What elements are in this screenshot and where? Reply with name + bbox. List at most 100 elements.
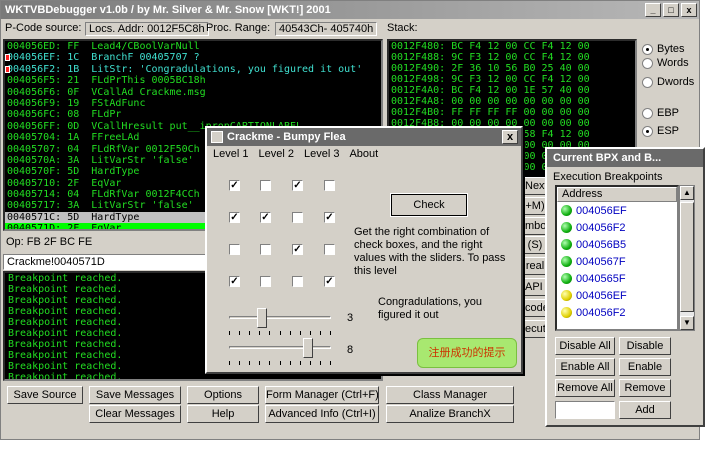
breakpoint-address: 004056EF xyxy=(576,289,627,302)
breakpoint-disabled-icon xyxy=(561,290,572,301)
disable-all-button[interactable]: Disable All xyxy=(555,337,615,355)
code-line[interactable]: 004056ED: FF Lead4/CBoolVarNull xyxy=(5,41,381,52)
level-checkbox[interactable]: ✓ xyxy=(229,276,240,287)
code-line[interactable]: 004056F5: 21 FLdPrThis 0005BC18h xyxy=(5,75,381,86)
stack-label: Stack: xyxy=(387,22,418,34)
level-checkbox[interactable]: ✓ xyxy=(229,212,240,223)
breakpoint-scrollbar[interactable]: ▲ ▼ xyxy=(679,185,695,331)
side-button-symbol[interactable]: mbol xyxy=(524,217,546,235)
code-line[interactable]: 004056FC: 08 FLdPr xyxy=(5,109,381,120)
level-checkbox[interactable]: ✓ xyxy=(292,244,303,255)
level-checkbox[interactable]: ✓ xyxy=(324,212,335,223)
breakpoint-marker-icon xyxy=(5,54,10,62)
code-line[interactable]: 004056EF: 1C BranchF 00405707 ? xyxy=(5,52,381,63)
analize-branch-button[interactable]: Analize BranchX xyxy=(386,405,514,423)
side-button-code[interactable]: code xyxy=(524,299,546,317)
form-manager-button[interactable]: Form Manager (Ctrl+F) xyxy=(265,386,379,404)
side-button-execute[interactable]: ecut xyxy=(524,320,546,338)
add-button[interactable]: Add xyxy=(619,401,671,419)
instructions-line: values with the sliders. To pass xyxy=(354,252,506,264)
breakpoint-address-input[interactable] xyxy=(555,401,615,419)
maximize-button[interactable]: □ xyxy=(663,3,679,17)
close-button[interactable]: x xyxy=(681,3,697,17)
help-button[interactable]: Help xyxy=(187,405,259,423)
radio-bytes[interactable]: Bytes xyxy=(642,43,685,55)
menu-level-3[interactable]: Level 3 xyxy=(304,146,339,163)
class-manager-button[interactable]: Class Manager xyxy=(386,386,514,404)
level-checkbox[interactable]: ✓ xyxy=(292,180,303,191)
minimize-button[interactable]: _ xyxy=(645,3,661,17)
side-button-m[interactable]: +M) xyxy=(524,197,546,215)
breakpoint-row[interactable]: 0040565F xyxy=(557,270,677,287)
result-text: Congradulations, you figured it out xyxy=(378,296,482,322)
level-checkbox[interactable] xyxy=(324,244,335,255)
crackme-close-button[interactable]: x xyxy=(502,130,518,144)
menu-level-1[interactable]: Level 1 xyxy=(213,146,248,163)
side-button-s[interactable]: (S) xyxy=(524,236,546,254)
enable-all-button[interactable]: Enable All xyxy=(555,358,615,376)
scroll-thumb[interactable] xyxy=(680,202,694,312)
clear-messages-button[interactable]: Clear Messages xyxy=(89,405,181,423)
code-line[interactable]: 004056F6: 0F VCallAd Crackme.msg xyxy=(5,87,381,98)
code-line[interactable]: 004056F2: 1B LitStr: 'Congradulations, y… xyxy=(5,64,381,75)
breakpoints-window: Current BPX and B... Execution Breakpoin… xyxy=(545,147,705,427)
side-button-next[interactable]: Next xyxy=(524,177,546,195)
breakpoint-address: 004056EF xyxy=(576,204,627,217)
level-checkbox[interactable] xyxy=(260,180,271,191)
stack-line: 0012F4B0: FF FF FF FF 00 00 00 00 xyxy=(391,107,590,118)
check-button[interactable]: Check xyxy=(390,193,468,217)
address-column-header[interactable]: Address xyxy=(557,187,677,202)
level-checkbox[interactable] xyxy=(292,276,303,287)
slider-2-thumb[interactable] xyxy=(302,338,313,358)
radio-esp-label: ESP xyxy=(657,125,680,137)
breakpoint-enabled-icon xyxy=(561,273,572,284)
enable-button[interactable]: Enable xyxy=(619,358,671,376)
scroll-down-icon[interactable]: ▼ xyxy=(680,316,694,330)
menu-level-2[interactable]: Level 2 xyxy=(258,146,293,163)
scroll-up-icon[interactable]: ▲ xyxy=(680,186,694,200)
slider-1-value: 3 xyxy=(347,312,354,324)
breakpoint-enabled-icon xyxy=(561,222,572,233)
radio-words[interactable]: Words xyxy=(642,57,689,69)
stack-line: 0012F498: 9C F3 12 00 CC F4 12 00 xyxy=(391,74,590,85)
crackme-title: Crackme - Bumpy Flea xyxy=(227,131,346,143)
result-line: figured it out xyxy=(378,309,439,321)
level-checkbox[interactable]: ✓ xyxy=(229,180,240,191)
level-checkbox[interactable] xyxy=(324,180,335,191)
radio-esp[interactable]: ESP xyxy=(642,125,679,137)
result-line: Congradulations, you xyxy=(378,296,482,308)
save-messages-button[interactable]: Save Messages xyxy=(89,386,181,404)
options-button[interactable]: Options xyxy=(187,386,259,404)
slider-2-track xyxy=(229,346,331,349)
remove-button[interactable]: Remove xyxy=(619,379,671,397)
level-checkbox[interactable]: ✓ xyxy=(260,212,271,223)
breakpoint-row[interactable]: 004056EF xyxy=(557,287,677,304)
slider-1-thumb[interactable] xyxy=(256,308,267,328)
code-line[interactable]: 004056F9: 19 FStAdFunc xyxy=(5,98,381,109)
disable-button[interactable]: Disable xyxy=(619,337,671,355)
breakpoint-row[interactable]: 004056B5 xyxy=(557,236,677,253)
instructions-text: Get the right combination of check boxes… xyxy=(354,226,505,278)
radio-dwords[interactable]: Dwords xyxy=(642,76,694,88)
level-checkbox[interactable]: ✓ xyxy=(324,276,335,287)
breakpoint-list[interactable]: Address 004056EF 004056F2 004056B5 0040567F… xyxy=(555,185,679,331)
breakpoint-row[interactable]: 004056EF xyxy=(557,202,677,219)
instructions-line: Get the right combination of xyxy=(354,226,490,238)
level-checkbox[interactable] xyxy=(260,276,271,287)
side-button-api[interactable]: API ( xyxy=(524,278,546,296)
level-checkbox[interactable] xyxy=(292,212,303,223)
breakpoint-row[interactable]: 004056F2 xyxy=(557,219,677,236)
side-button-real[interactable]: real xyxy=(524,257,546,275)
radio-ebp[interactable]: EBP xyxy=(642,107,679,119)
crackme-titlebar: Crackme - Bumpy Flea x xyxy=(207,128,521,146)
execution-breakpoints-label: Execution Breakpoints xyxy=(553,171,663,183)
save-source-button[interactable]: Save Source xyxy=(7,386,83,404)
window-title: WKTVBDebugger v1.0b / by Mr. Silver & Mr… xyxy=(1,1,699,19)
level-checkbox[interactable] xyxy=(229,244,240,255)
level-checkbox[interactable] xyxy=(260,244,271,255)
menu-about[interactable]: About xyxy=(349,146,378,163)
remove-all-button[interactable]: Remove All xyxy=(555,379,615,397)
advanced-info-button[interactable]: Advanced Info (Ctrl+I) xyxy=(265,405,379,423)
breakpoint-row[interactable]: 004056F2 xyxy=(557,304,677,321)
breakpoint-row[interactable]: 0040567F xyxy=(557,253,677,270)
